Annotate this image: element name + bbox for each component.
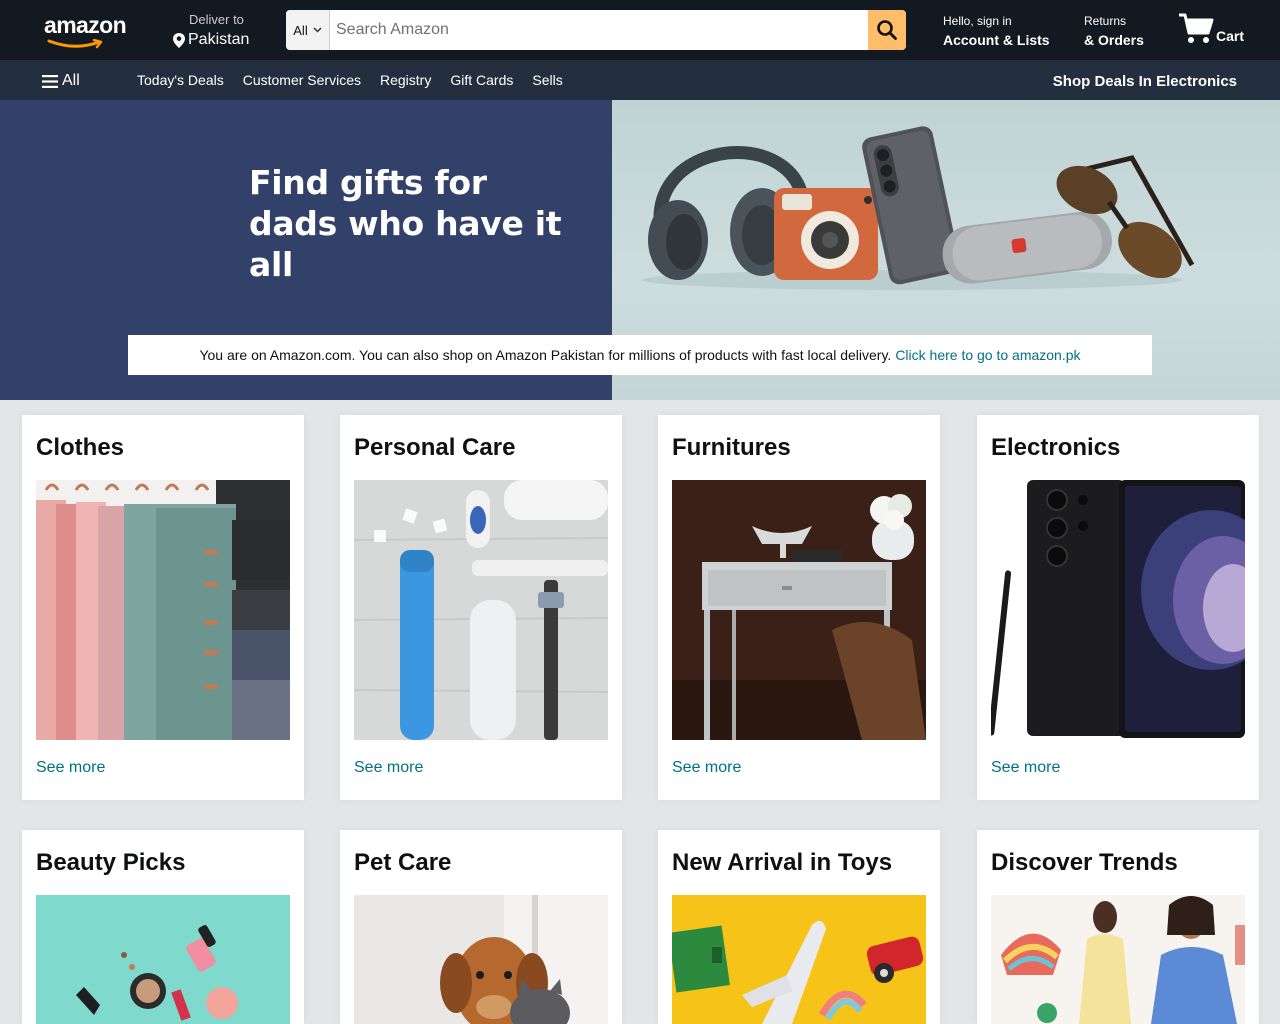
card-title: Discover Trends <box>991 849 1178 876</box>
category-card-pet-care: Pet Care <box>340 830 622 1024</box>
orders-label: & Orders <box>1084 32 1144 48</box>
card-title: Clothes <box>36 434 125 461</box>
category-card-electronics: Electronics See more <box>977 415 1259 800</box>
returns-label: Returns <box>1084 14 1127 28</box>
see-more-link[interactable]: See more <box>354 759 423 777</box>
see-more-link[interactable]: See more <box>36 759 105 777</box>
account-label: Account & Lists <box>943 32 1050 48</box>
category-card-discover-trends: Discover Trends <box>977 830 1259 1024</box>
beauty-picks-image <box>36 895 290 1024</box>
cart-icon <box>1179 13 1214 43</box>
card-image[interactable] <box>354 895 608 1024</box>
cart-button[interactable]: Cart <box>1176 10 1256 50</box>
shop-deals-electronics-link[interactable]: Shop Deals In Electronics <box>1053 73 1237 90</box>
all-menu-label: All <box>62 72 80 89</box>
card-image[interactable] <box>991 480 1245 740</box>
account-and-lists[interactable]: Hello, sign in Account & Lists <box>943 14 1050 48</box>
card-image[interactable] <box>991 895 1245 1024</box>
search-input[interactable] <box>330 10 868 50</box>
amazon-logo[interactable]: amazon <box>44 12 134 52</box>
card-title: Electronics <box>991 434 1121 461</box>
hero-title: Find gifts for dads who have it all <box>249 162 589 285</box>
account-greeting: Hello, sign in <box>943 14 1012 28</box>
card-image[interactable] <box>36 895 290 1024</box>
electronics-image <box>991 480 1245 740</box>
category-card-new-arrival-toys: New Arrival in Toys <box>658 830 940 1024</box>
pet-care-image <box>354 895 608 1024</box>
card-title: Beauty Picks <box>36 849 186 876</box>
hero-title-line2: dads who have it all <box>249 204 562 284</box>
card-image[interactable] <box>36 480 290 740</box>
hero-title-line1: Find gifts for <box>249 163 487 202</box>
clothes-image <box>36 480 290 740</box>
nav-link-registry[interactable]: Registry <box>380 72 431 88</box>
nav-link-sells[interactable]: Sells <box>532 72 562 88</box>
discover-trends-image <box>991 895 1245 1024</box>
toys-image <box>672 895 926 1024</box>
search-category-label: All <box>293 22 308 38</box>
top-navbar: amazon Deliver to Pakistan All Search Am… <box>0 0 1280 60</box>
chevron-down-icon <box>313 27 322 33</box>
cart-label: Cart <box>1216 28 1245 44</box>
nav-link-todays-deals[interactable]: Today's Deals <box>137 72 224 88</box>
see-more-link[interactable]: See more <box>672 759 741 777</box>
see-more-link[interactable]: See more <box>991 759 1060 777</box>
furnitures-image <box>672 480 926 740</box>
search-bar: All <box>286 10 906 50</box>
logo-text: amazon <box>44 12 127 38</box>
card-title: Furnitures <box>672 434 791 461</box>
hamburger-menu-icon <box>42 74 58 88</box>
search-button[interactable] <box>868 10 906 50</box>
location-pin-icon <box>173 32 185 48</box>
amazon-pk-link[interactable]: Click here to go to amazon.pk <box>895 347 1080 363</box>
search-icon <box>877 20 897 40</box>
card-title: Personal Care <box>354 434 516 461</box>
secondary-navbar: All Today's Deals Customer Services Regi… <box>0 60 1280 100</box>
all-menu-button[interactable]: All <box>42 72 80 90</box>
country-notice-banner: You are on Amazon.com. You can also shop… <box>128 335 1152 375</box>
search-category-select[interactable]: All <box>286 10 330 50</box>
returns-and-orders[interactable]: Returns & Orders <box>1084 14 1144 48</box>
card-image[interactable] <box>672 480 926 740</box>
deliver-to-label: Deliver to <box>189 12 244 27</box>
card-title: New Arrival in Toys <box>672 849 893 876</box>
category-card-clothes: Clothes See more <box>22 415 304 800</box>
notice-text: You are on Amazon.com. You can also shop… <box>199 347 892 363</box>
nav-link-gift-cards[interactable]: Gift Cards <box>450 72 513 88</box>
deliver-to-country: Pakistan <box>188 31 250 48</box>
card-image[interactable] <box>354 480 608 740</box>
logo-smile-icon <box>47 39 103 49</box>
card-image[interactable] <box>672 895 926 1024</box>
hero-banner[interactable]: Find gifts for dads who have it all You … <box>0 100 1280 400</box>
personal-care-image <box>354 480 608 740</box>
category-card-beauty-picks: Beauty Picks <box>22 830 304 1024</box>
category-card-personal-care: Personal Care See more <box>340 415 622 800</box>
card-title: Pet Care <box>354 849 452 876</box>
nav-link-customer-services[interactable]: Customer Services <box>243 72 361 88</box>
category-card-furnitures: Furnitures See more <box>658 415 940 800</box>
